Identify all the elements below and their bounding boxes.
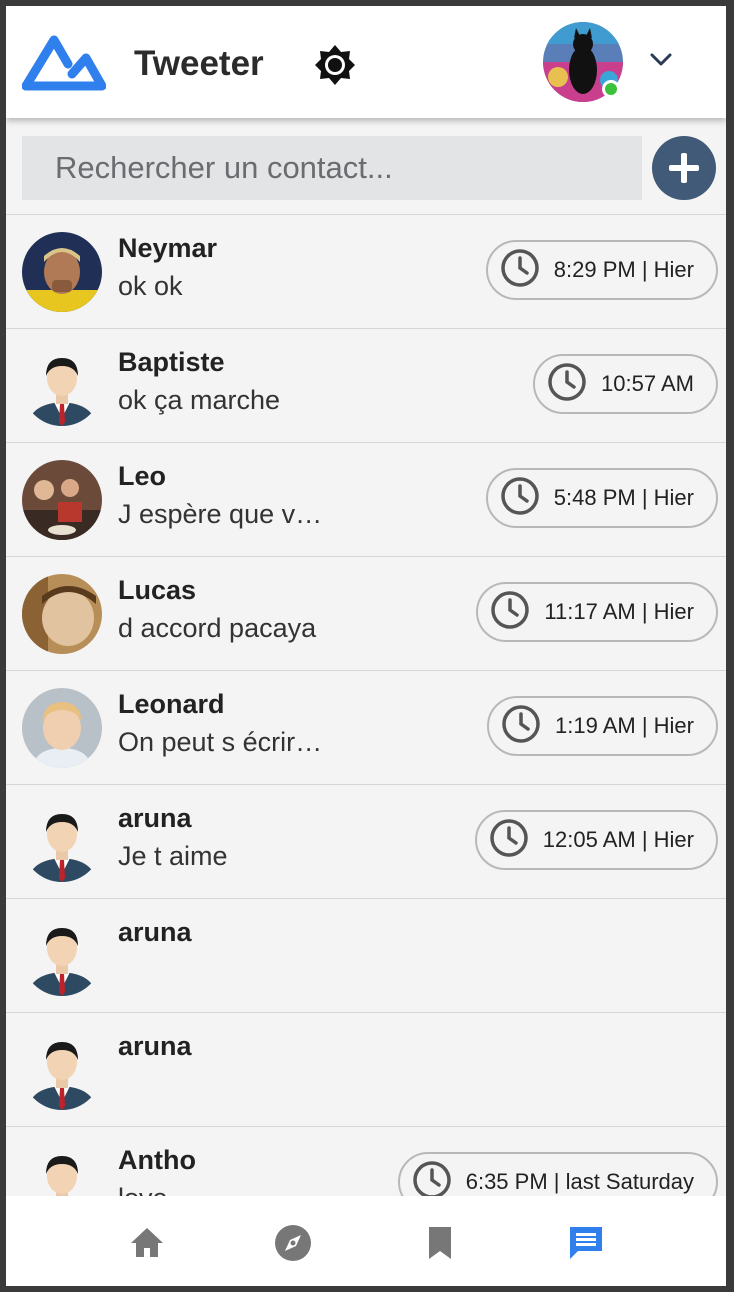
chat-icon[interactable] <box>566 1223 606 1263</box>
message-time-badge: 11:17 AM | Hier <box>476 582 718 642</box>
search-contact-input[interactable] <box>22 136 642 200</box>
contact-name: aruna <box>118 1031 192 1061</box>
contact-name: Leo <box>118 461 167 491</box>
contact-avatar <box>22 232 102 312</box>
message-time-badge: 12:05 AM | Hier <box>474 810 718 870</box>
mountain-logo-icon[interactable] <box>21 32 107 97</box>
add-contact-button[interactable] <box>652 136 716 200</box>
chevron-down-icon[interactable] <box>649 52 673 73</box>
conversation-row[interactable]: aruna Je t aime 12:05 AM | Hier <box>6 784 726 898</box>
conversation-row[interactable]: Lucas d accord pacaya 11:17 AM | Hier <box>6 556 726 670</box>
message-time: 11:17 AM | Hier <box>544 599 694 624</box>
contact-avatar <box>22 802 102 882</box>
clock-icon <box>490 590 530 635</box>
contact-avatar <box>22 688 102 768</box>
conversation-row[interactable]: Neymar ok ok 8:29 PM | Hier <box>6 214 726 328</box>
contact-avatar <box>22 460 102 540</box>
message-time-badge: 1:19 AM | Hier <box>487 696 718 756</box>
contact-name: Leonard <box>118 689 225 719</box>
conversation-list: Neymar ok ok 8:29 PM | Hier Baptiste ok … <box>6 214 726 1240</box>
message-time: 5:48 PM | Hier <box>553 485 694 510</box>
clock-icon <box>501 704 541 749</box>
message-time-badge: 8:29 PM | Hier <box>485 240 718 300</box>
message-time: 8:29 PM | Hier <box>553 257 694 282</box>
last-message: d accord pacaya <box>118 613 317 643</box>
last-message: ok ça marche <box>118 385 281 415</box>
conversation-row[interactable]: aruna <box>6 898 726 1012</box>
contact-avatar <box>22 1030 102 1110</box>
bookmark-icon[interactable] <box>420 1223 460 1263</box>
contact-avatar <box>22 574 102 654</box>
compass-icon[interactable] <box>273 1223 313 1263</box>
brightness-icon[interactable] <box>314 44 356 91</box>
home-icon[interactable] <box>127 1223 167 1263</box>
contact-name: aruna <box>118 803 192 833</box>
online-status-indicator <box>602 80 620 98</box>
conversation-row[interactable]: Leonard On peut s écrir… 1:19 AM | Hier <box>6 670 726 784</box>
contact-avatar <box>22 346 102 426</box>
contact-name: aruna <box>118 917 192 947</box>
clock-icon <box>489 818 529 863</box>
top-header: Tweeter <box>6 6 726 118</box>
app-title: Tweeter <box>134 44 264 83</box>
contact-name: Neymar <box>118 233 218 263</box>
clock-icon <box>547 362 587 407</box>
clock-icon <box>500 476 540 521</box>
contact-name: Baptiste <box>118 347 225 377</box>
message-time: 6:35 PM | last Saturday <box>465 1169 694 1194</box>
conversation-row[interactable]: Baptiste ok ça marche 10:57 AM <box>6 328 726 442</box>
last-message: J espère que v… <box>118 499 323 529</box>
conversation-row[interactable]: Leo J espère que v… 5:48 PM | Hier <box>6 442 726 556</box>
app-frame: Tweeter Rechercher un contact... Neymar … <box>6 6 726 1286</box>
last-message: On peut s écrir… <box>118 727 323 757</box>
bottom-navigation <box>6 1196 726 1286</box>
message-time: 12:05 AM | Hier <box>542 827 694 852</box>
contact-avatar <box>22 916 102 996</box>
contact-name: Lucas <box>118 575 197 605</box>
conversation-row[interactable]: aruna <box>6 1012 726 1126</box>
message-time: 1:19 AM | Hier <box>555 713 694 738</box>
contact-name: Antho <box>118 1145 196 1175</box>
message-time-badge: 5:48 PM | Hier <box>485 468 718 528</box>
clock-icon <box>500 248 540 293</box>
last-message: Je t aime <box>118 841 228 871</box>
message-time-badge: 10:57 AM <box>533 354 718 414</box>
message-time: 10:57 AM <box>601 371 694 396</box>
last-message: ok ok <box>118 271 183 301</box>
